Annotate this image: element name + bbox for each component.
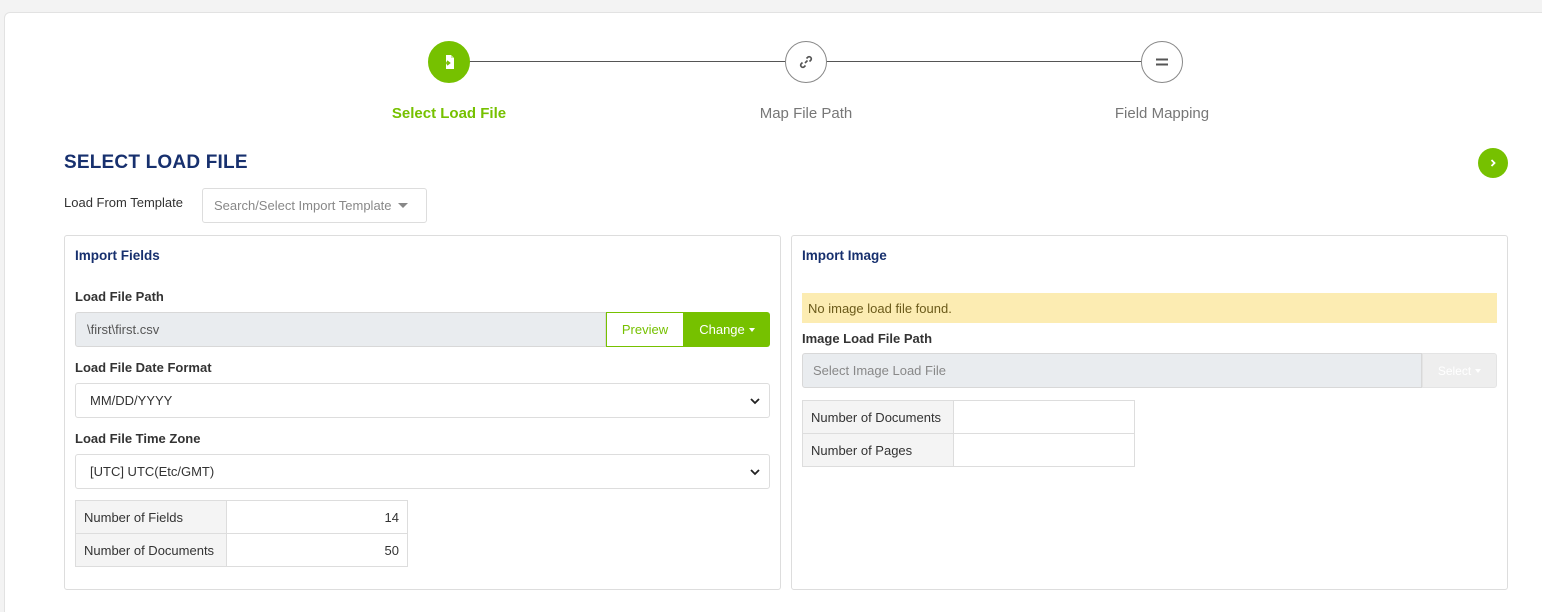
import-fields-title: Import Fields xyxy=(75,248,160,263)
stepper-connector xyxy=(826,61,1142,62)
stat-value: 50 xyxy=(226,533,408,567)
caret-down-icon xyxy=(397,203,408,208)
template-select[interactable]: Search/Select Import Template xyxy=(202,188,427,223)
time-zone-select[interactable]: [UTC] UTC(Etc/GMT) xyxy=(75,454,770,489)
template-label: Load From Template xyxy=(64,195,183,210)
stat-label: Number of Documents xyxy=(75,533,227,567)
wizard-stepper: Select Load File Map File Path Field Map… xyxy=(5,13,1542,143)
import-image-stats-table: Number of Documents Number of Pages xyxy=(802,400,1135,467)
table-row: Number of Fields 14 xyxy=(75,500,408,534)
import-image-panel: Import Image No image load file found. I… xyxy=(791,235,1508,590)
image-select-label: Select xyxy=(1437,363,1472,378)
stat-value xyxy=(953,433,1135,467)
stat-value: 14 xyxy=(226,500,408,534)
file-import-icon xyxy=(443,55,454,69)
link-icon xyxy=(799,55,813,69)
page-title: SELECT LOAD FILE xyxy=(64,152,248,173)
caret-down-icon xyxy=(1475,368,1482,373)
stat-label: Number of Documents xyxy=(802,400,954,434)
chevron-down-icon xyxy=(750,398,760,405)
change-button-label: Change xyxy=(699,322,745,337)
no-image-alert: No image load file found. xyxy=(802,293,1497,323)
stat-label: Number of Fields xyxy=(75,500,227,534)
load-file-path-input[interactable]: \first\first.csv xyxy=(75,312,606,347)
chevron-down-icon xyxy=(750,469,760,476)
import-wizard-card: Select Load File Map File Path Field Map… xyxy=(4,12,1542,612)
time-zone-label: Load File Time Zone xyxy=(75,431,201,446)
image-path-label: Image Load File Path xyxy=(802,331,933,346)
import-fields-panel: Import Fields Load File Path \first\firs… xyxy=(64,235,781,590)
import-fields-stats-table: Number of Fields 14 Number of Documents … xyxy=(75,500,408,567)
stat-value xyxy=(953,400,1135,434)
caret-down-icon xyxy=(748,327,755,332)
load-file-path-label: Load File Path xyxy=(75,289,164,304)
date-format-select[interactable]: MM/DD/YYYY xyxy=(75,383,770,418)
step-select-load-file[interactable] xyxy=(428,41,470,83)
next-step-button[interactable] xyxy=(1478,148,1508,178)
date-format-label: Load File Date Format xyxy=(75,360,212,375)
preview-button[interactable]: Preview xyxy=(606,312,684,347)
step-label-select-load-file[interactable]: Select Load File xyxy=(349,105,549,122)
stat-label: Number of Pages xyxy=(802,433,954,467)
equals-icon xyxy=(1156,58,1168,66)
image-select-button[interactable]: Select xyxy=(1422,353,1497,388)
table-row: Number of Documents xyxy=(802,400,1135,434)
import-image-title: Import Image xyxy=(802,248,887,263)
step-field-mapping[interactable] xyxy=(1141,41,1183,83)
table-row: Number of Documents 50 xyxy=(75,533,408,567)
image-path-input[interactable]: Select Image Load File xyxy=(802,353,1422,388)
table-row: Number of Pages xyxy=(802,433,1135,467)
time-zone-value: [UTC] UTC(Etc/GMT) xyxy=(90,464,215,479)
stepper-connector xyxy=(469,61,786,62)
change-button[interactable]: Change xyxy=(684,312,770,347)
chevron-right-icon xyxy=(1490,159,1496,167)
template-select-placeholder: Search/Select Import Template xyxy=(214,198,392,213)
step-label-map-file-path[interactable]: Map File Path xyxy=(706,105,906,122)
step-label-field-mapping[interactable]: Field Mapping xyxy=(1062,105,1262,122)
step-map-file-path[interactable] xyxy=(785,41,827,83)
date-format-value: MM/DD/YYYY xyxy=(90,393,173,408)
